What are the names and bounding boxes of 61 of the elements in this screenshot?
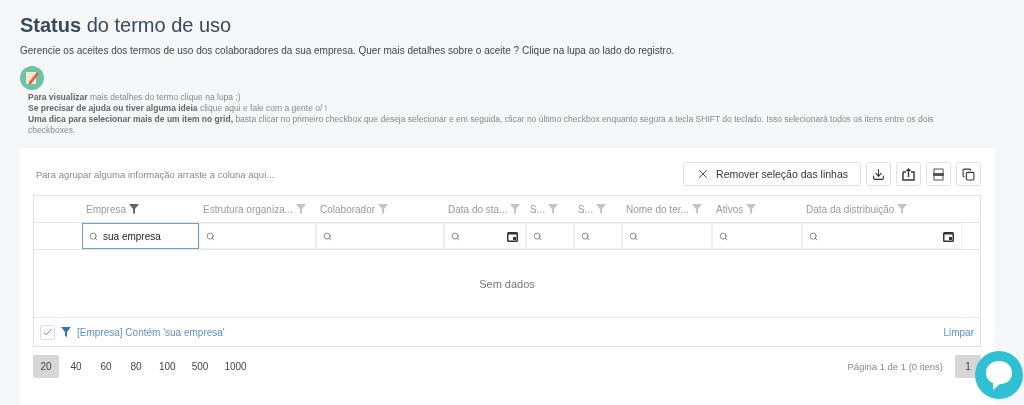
search-icon <box>451 232 460 241</box>
page-description: Gerencie os aceites dos termos de uso dos colaboradores da sua empresa. Quer mais detalhes sobre o aceite ? Clique na lupa ao lado do registro. <box>20 45 676 56</box>
chat-bubble-icon[interactable] <box>974 350 1024 400</box>
upload-icon <box>902 167 915 181</box>
copy-button[interactable] <box>956 162 981 186</box>
page-title: Status do termo de uso <box>20 14 233 37</box>
download-button[interactable] <box>866 162 891 186</box>
checkmark-icon <box>42 326 53 338</box>
column-header[interactable]: Data do sta... <box>444 196 526 222</box>
column-header[interactable]: S... <box>574 196 622 222</box>
filter-icon <box>61 327 71 337</box>
filter-field[interactable] <box>712 223 802 249</box>
page-size-button[interactable]: 100 <box>153 355 182 378</box>
spreadsheet-icon <box>932 167 945 181</box>
column-header[interactable]: Nome do ter... <box>622 196 712 222</box>
search-icon <box>89 232 98 241</box>
search-icon <box>719 232 728 241</box>
filter-field[interactable] <box>622 223 712 249</box>
search-icon <box>533 232 542 241</box>
search-icon <box>323 232 332 241</box>
page-size-button[interactable]: 60 <box>93 355 119 378</box>
spreadsheet-button[interactable] <box>926 162 951 186</box>
copy-icon <box>962 167 975 181</box>
note-pencil-icon <box>20 66 44 90</box>
filter-icon[interactable] <box>129 204 139 214</box>
export-button[interactable] <box>896 162 921 186</box>
tip-text: Se precisar de ajuda ou tiver alguma ideia clique aqui e fale com a gente o/ ! <box>28 103 329 114</box>
filter-field[interactable] <box>199 223 316 249</box>
filter-checkbox[interactable] <box>40 324 55 340</box>
tip-text: Uma dica para selecionar mais de um item no grid, basta clicar no primeiro checkbox que deseja selecionar e em seguida, clicar no último checkbox enquanto segura a tecla SHIFT do teclado. Isso selecionará todos os itens entre os dois checkboxes. <box>28 114 935 136</box>
tip-text: Para visualizar mais detalhes do termo clique na lupa ;) <box>28 92 242 103</box>
page-size-button[interactable]: 500 <box>185 355 215 378</box>
filter-expression[interactable]: [Empresa] Contém 'sua empresa' <box>77 326 938 338</box>
column-header[interactable]: Empresa <box>82 196 199 222</box>
calendar-icon[interactable] <box>943 231 954 242</box>
filter-field[interactable] <box>802 223 962 249</box>
filter-field[interactable] <box>444 223 526 249</box>
filter-field[interactable] <box>574 223 622 249</box>
column-header[interactable]: Ativos <box>712 196 802 222</box>
search-icon <box>581 232 590 241</box>
calendar-icon[interactable] <box>507 231 518 242</box>
page-size-button[interactable]: 1000 <box>218 355 253 378</box>
search-icon <box>206 232 215 241</box>
filter-field[interactable] <box>316 223 444 249</box>
empty-message: Sem dados <box>479 277 535 290</box>
column-header[interactable]: S... <box>526 196 574 222</box>
group-panel-hint: Para agrupar alguma informação arraste a coluna aqui... <box>35 168 275 180</box>
clear-selection-button[interactable]: Remover seleção das linhas <box>683 162 861 186</box>
column-header[interactable]: Colaborador <box>316 196 444 222</box>
column-header[interactable]: Estrutura organiza... <box>199 196 316 222</box>
page-size-button[interactable]: 80 <box>123 355 149 378</box>
filter-field[interactable] <box>526 223 574 249</box>
page-size-button[interactable]: 20 <box>33 355 59 378</box>
page-info: Página 1 de 1 (0 itens) <box>847 361 943 372</box>
search-icon <box>629 232 638 241</box>
clear-filter-link[interactable]: Limpar <box>943 326 974 338</box>
page-size-button[interactable]: 40 <box>63 355 89 378</box>
column-header[interactable]: Data da distribuição <box>802 196 962 222</box>
search-icon <box>809 232 818 241</box>
filter-field[interactable]: sua empresa <box>82 223 199 249</box>
download-icon <box>872 167 885 181</box>
